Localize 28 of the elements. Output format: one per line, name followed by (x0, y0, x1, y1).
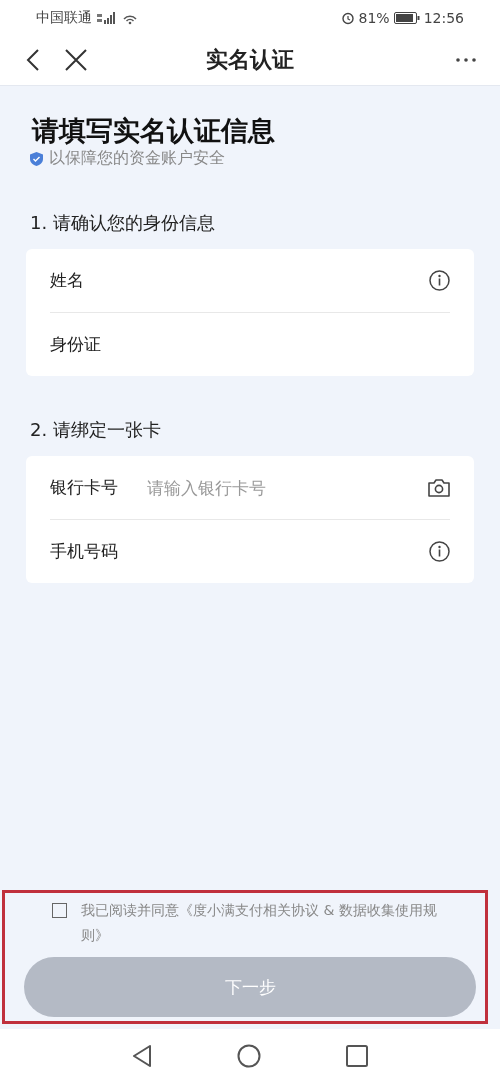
camera-icon[interactable] (428, 478, 450, 497)
form-heading: 请填写实名认证信息 (32, 114, 276, 148)
close-icon[interactable] (65, 49, 87, 71)
agreement-checkbox[interactable] (52, 903, 67, 918)
field-label: 姓名 (50, 269, 85, 292)
battery-percent: 81% (358, 9, 390, 26)
page-title: 实名认证 (206, 46, 294, 74)
home-icon[interactable] (237, 1044, 261, 1068)
info-icon[interactable] (429, 541, 450, 562)
agreement-text: 我已阅读并同意《度小满支付相关协议 & 数据收集使用规则》 (81, 901, 438, 945)
more-icon[interactable] (456, 58, 476, 62)
shield-check-icon (30, 151, 43, 166)
carrier-name: 中国联通 (36, 8, 92, 27)
back-icon[interactable] (132, 1045, 152, 1067)
signal-icon (96, 11, 118, 24)
back-icon[interactable] (26, 48, 40, 72)
alarm-icon (340, 10, 355, 25)
section-title: 2. 请绑定一张卡 (30, 418, 162, 442)
input-field[interactable]: 请输入银行卡号 (147, 472, 428, 503)
field-label: 身份证 (50, 333, 102, 356)
field-label: 银行卡号 (50, 476, 119, 499)
section-title: 1. 请确认您的身份信息 (30, 211, 216, 235)
info-icon[interactable] (429, 270, 450, 291)
field-label: 手机号码 (50, 540, 119, 563)
recent-apps-icon[interactable] (346, 1045, 368, 1067)
battery-icon (393, 11, 420, 24)
security-note: 以保障您的资金账户安全 (49, 148, 225, 169)
clock-time: 12:56 (423, 9, 464, 26)
